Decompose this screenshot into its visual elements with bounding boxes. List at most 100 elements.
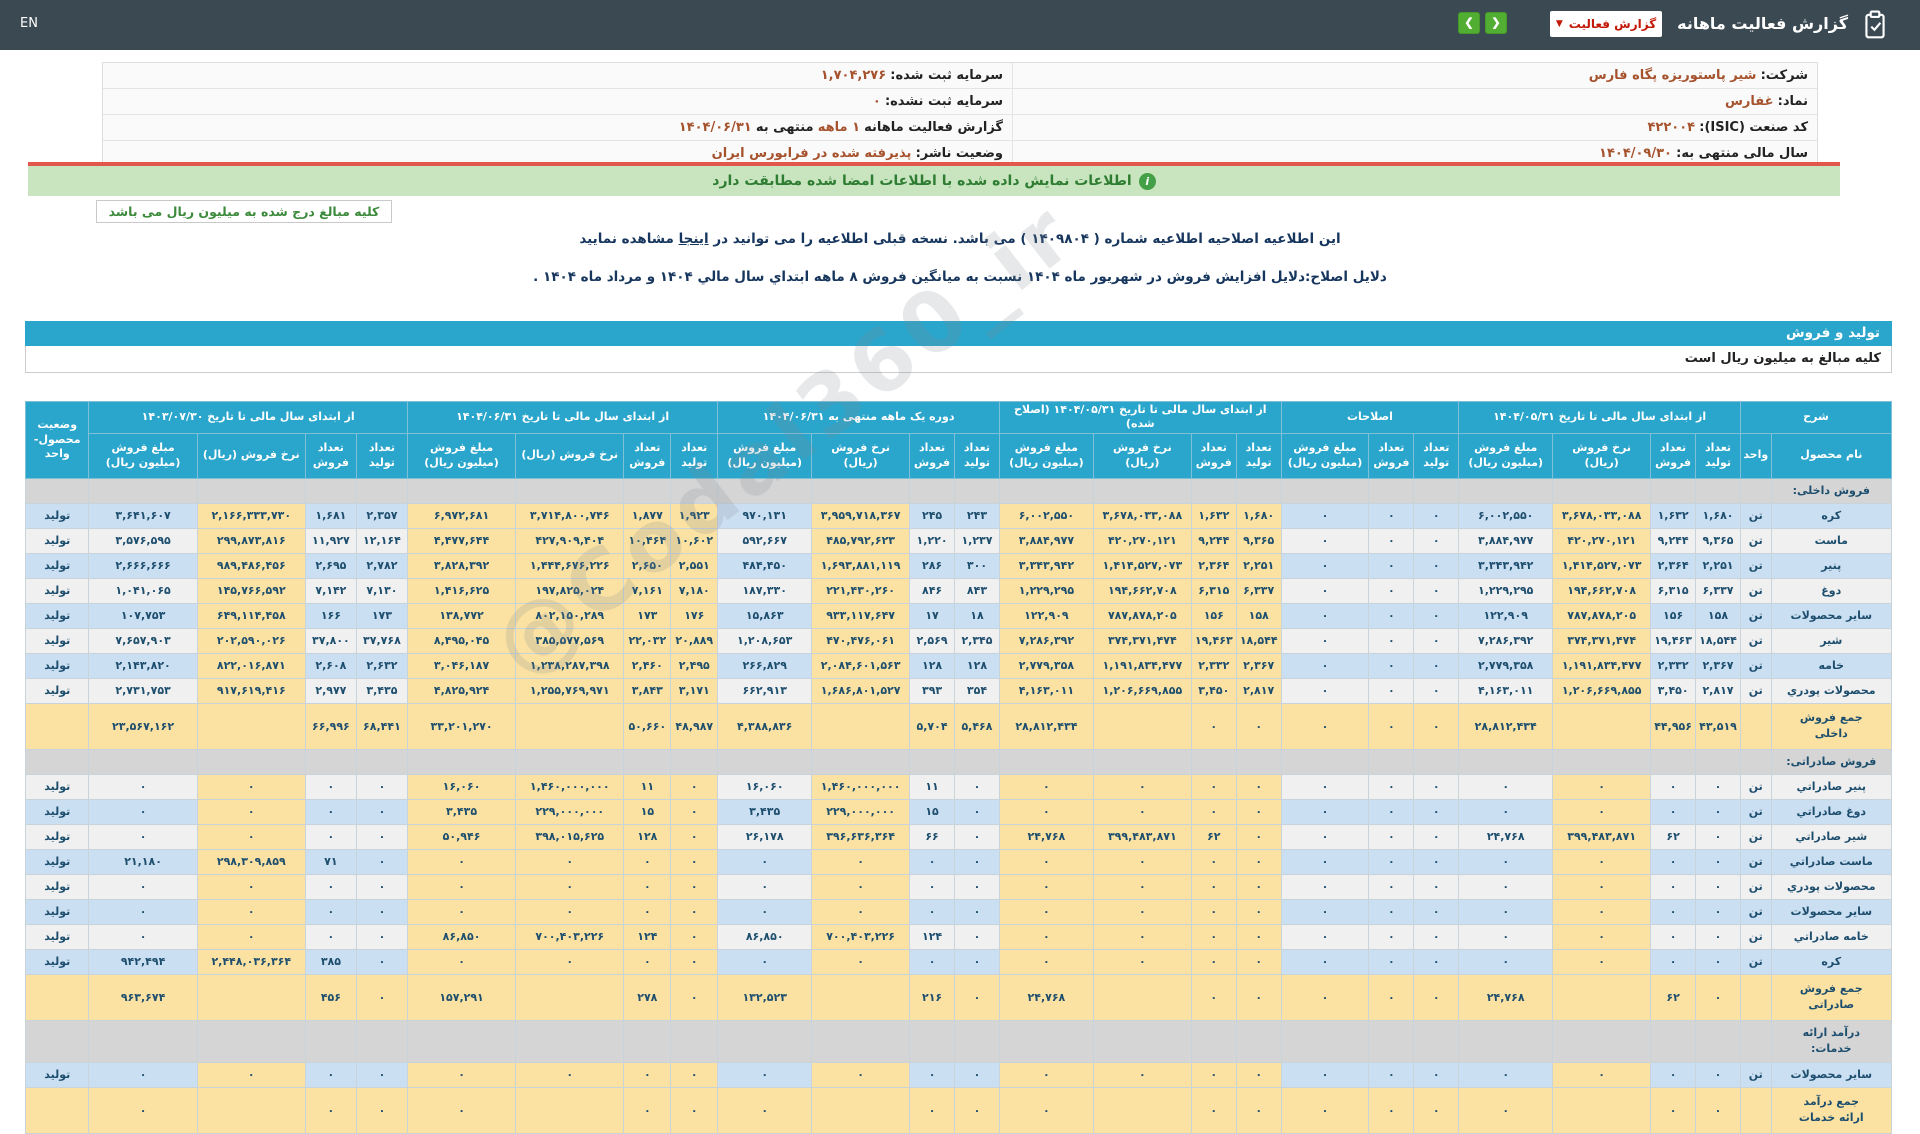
value-cell: ۰	[1413, 577, 1460, 604]
value-cell: ۱۷۳	[355, 602, 408, 629]
value-cell: ۸۶,۸۵۰	[406, 923, 517, 950]
value-cell: ۰	[1280, 773, 1370, 800]
value-cell: ۳,۴۵۰	[1650, 677, 1697, 704]
value-cell: ۶۶,۹۹۶	[304, 702, 357, 750]
value-cell: ۱۲,۱۶۴	[355, 527, 408, 554]
value-cell: ۹۱۷,۶۱۹,۴۱۶	[196, 677, 306, 704]
dropdown-label: گزارش فعالیت	[1568, 17, 1657, 31]
value-cell: ۰	[954, 898, 1000, 925]
value-cell: ۳۳,۲۰۱,۲۷۰	[406, 702, 517, 750]
empty-cell	[355, 1019, 408, 1063]
value-cell: ۱۸۷,۳۳۰	[717, 577, 813, 604]
value-cell: ۰	[1413, 602, 1460, 629]
value-cell: ۰	[196, 823, 306, 850]
value-cell: ۰	[998, 923, 1094, 950]
value-cell: ۴۵۶	[304, 973, 357, 1021]
company-info-table: شرکت: شیر پاستوریزه پگاه فارس سرمایه ثبت …	[102, 62, 1818, 167]
unit-cell: تن	[1739, 773, 1772, 800]
value-cell: ۰	[406, 1086, 517, 1134]
signature-match-banner: i اطلاعات نمایش داده شده با اطلاعات امضا…	[28, 166, 1840, 196]
value-cell: ۰	[1413, 798, 1460, 825]
value-cell: ۲,۱۴۳,۸۲۰	[88, 652, 198, 679]
value-cell: ۰	[1235, 823, 1282, 850]
value-cell: ۰	[1235, 798, 1282, 825]
status-cell: تولید	[24, 773, 90, 800]
empty-cell	[1368, 748, 1415, 775]
value-cell: ۰	[1280, 502, 1370, 529]
value-cell: ۳,۶۴۱,۶۰۷	[88, 502, 198, 529]
empty-cell	[670, 1019, 719, 1063]
value-cell: ۰	[670, 898, 719, 925]
value-cell: ۰	[1695, 1086, 1741, 1134]
info-value: ۰	[872, 94, 881, 109]
value-cell: ۰	[1650, 848, 1697, 875]
value-cell: ۰	[1092, 898, 1192, 925]
info-label: نماد:	[1777, 94, 1808, 109]
value-cell: ۰	[998, 773, 1094, 800]
value-cell: ۴,۱۶۳,۰۱۱	[1458, 677, 1554, 704]
status-cell	[24, 973, 90, 1021]
unit-cell: تن	[1739, 577, 1772, 604]
unit-cell	[1739, 702, 1772, 750]
value-cell: ۰	[954, 823, 1000, 850]
report-type-dropdown[interactable]: گزارش فعالیت ▼	[1550, 11, 1662, 37]
value-cell: ۸۶,۸۵۰	[717, 923, 813, 950]
value-cell: ۰	[1280, 677, 1370, 704]
product-name-cell: شیر	[1770, 627, 1893, 654]
value-cell: ۷,۱۸۰	[670, 577, 719, 604]
value-cell: ۱۶,۰۶۰	[406, 773, 517, 800]
value-cell: ۶۲	[1650, 973, 1697, 1021]
value-cell: ۰	[670, 823, 719, 850]
chevron-down-icon: ▼	[1555, 19, 1563, 29]
value-cell: ۳,۹۵۹,۷۱۸,۳۶۷	[811, 502, 911, 529]
empty-cell	[304, 748, 357, 775]
value-cell: ۰	[355, 1086, 408, 1134]
product-row: دوغ تن ۶,۳۳۷ ۶,۳۱۵ ۱۹۴,۶۶۲,۷۰۸ ۱,۲۲۹,۲۹۵ ۰ ۰ ۰ ۶,…	[24, 577, 1893, 604]
value-cell: ۰	[1368, 1061, 1415, 1088]
value-cell: ۲۴,۷۶۸	[1458, 973, 1554, 1021]
value-cell: ۱۵۸	[1235, 602, 1282, 629]
value-cell: ۱۵۶	[1190, 602, 1237, 629]
value-cell: ۲,۴۴۸,۰۳۶,۳۶۴	[196, 948, 306, 975]
nav-next-button[interactable]: ❯	[1485, 12, 1507, 34]
value-cell: ۰	[1368, 527, 1415, 554]
value-cell: ۰	[1235, 948, 1282, 975]
value-cell: ۰	[954, 1086, 1000, 1134]
nav-previous-button[interactable]: ❮	[1458, 12, 1480, 34]
value-cell: ۰	[304, 898, 357, 925]
value-cell	[1092, 1086, 1192, 1134]
language-toggle-en[interactable]: EN	[20, 16, 38, 31]
value-cell: ۰	[355, 898, 408, 925]
status-cell	[24, 1086, 90, 1134]
info-value: پذیرفته شده در فرابورس ایران	[711, 146, 912, 161]
value-cell: ۱۵	[909, 798, 956, 825]
value-cell: ۰	[623, 1061, 672, 1088]
total-row: جمع فروش صادراتی ۰ ۶۲ ۲۴,۷۶۸ ۰ ۰ ۰ ۰ ۰ ۲۴,۷۶۸ ۰ ۲۱۶…	[24, 973, 1893, 1021]
section-row: فروش داخلی:	[24, 477, 1893, 504]
production-sales-table: شرح از ابتدای سال مالی تا تاریخ ۱۴۰۴/۰۵/۳…	[24, 401, 1893, 1134]
value-cell: ۰	[1413, 1061, 1460, 1088]
value-cell: ۰	[355, 1061, 408, 1088]
unit-cell: تن	[1739, 552, 1772, 579]
value-cell: ۰	[623, 848, 672, 875]
value-cell: ۷,۲۸۶,۳۹۲	[998, 627, 1094, 654]
value-cell: ۴۲۰,۲۷۰,۱۲۱	[1552, 527, 1652, 554]
value-cell: ۱۹۴,۶۶۲,۷۰۸	[1092, 577, 1192, 604]
page-title: گزارش فعالیت ماهانه	[1677, 14, 1848, 33]
value-cell: ۰	[1650, 1086, 1697, 1134]
value-cell: ۰	[1280, 552, 1370, 579]
column-header: نرخ فروش (ریال)	[515, 432, 625, 479]
previous-version-link[interactable]: اینجا	[679, 231, 709, 247]
value-cell: ۰	[1368, 677, 1415, 704]
product-name-cell: پنیر صادراتي	[1770, 773, 1893, 800]
column-header: تعداد فروش	[1368, 432, 1415, 479]
status-cell: تولید	[24, 848, 90, 875]
value-cell: ۰	[1695, 1061, 1741, 1088]
value-cell: ۰	[1368, 627, 1415, 654]
value-cell: ۰	[1458, 1061, 1554, 1088]
value-cell: ۰	[1368, 502, 1415, 529]
value-cell: ۰	[88, 1086, 198, 1134]
info-label: سرمایه ثبت شده:	[890, 68, 1003, 83]
value-cell: ۲۲۹,۰۰۰,۰۰۰	[515, 798, 625, 825]
value-cell: ۳,۸۸۴,۹۷۷	[998, 527, 1094, 554]
